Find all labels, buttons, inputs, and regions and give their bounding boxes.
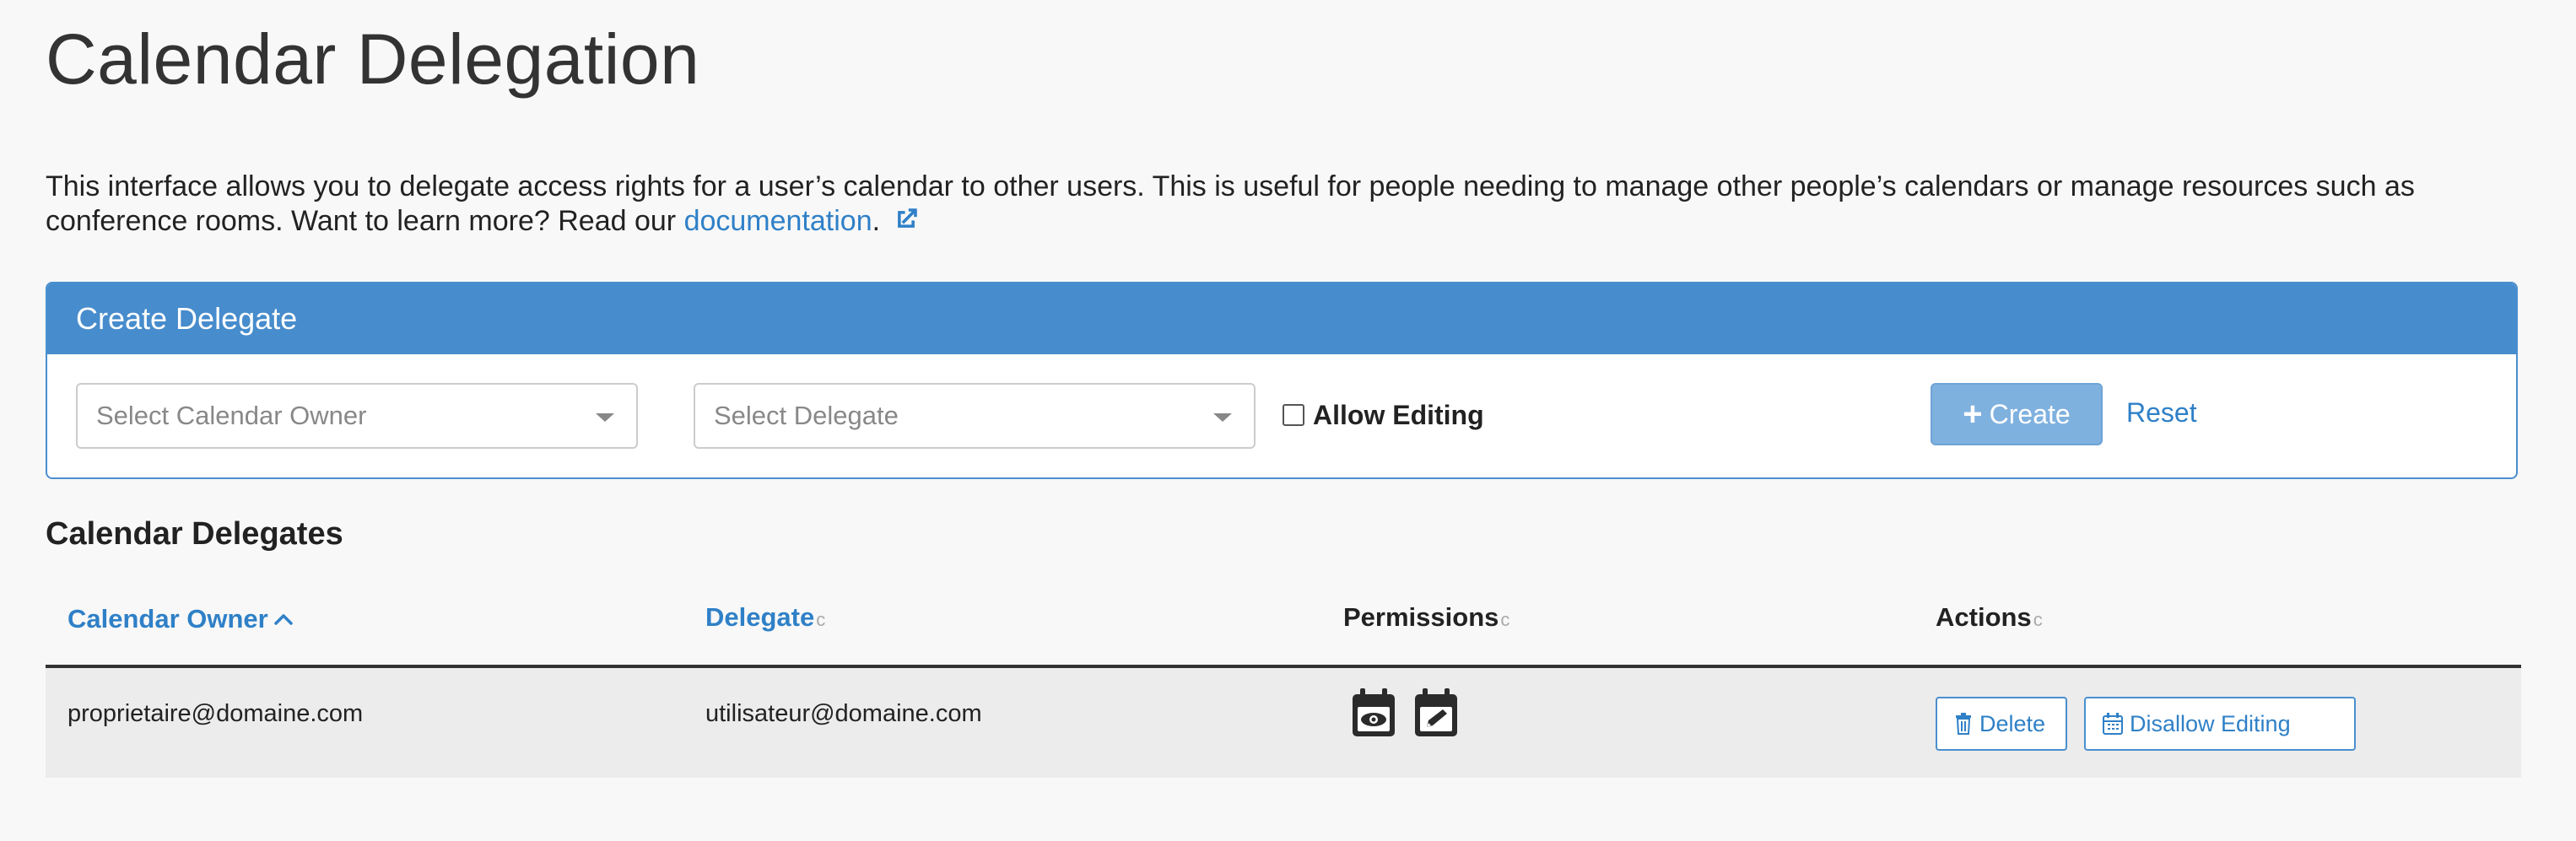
calendar-icon — [2103, 713, 2123, 735]
calendar-view-icon — [1350, 687, 1397, 743]
intro-paragraph: This interface allows you to delegate ac… — [46, 170, 2521, 242]
intro-text: This interface allows you to delegate ac… — [46, 170, 2415, 237]
allow-editing-checkbox[interactable] — [1283, 404, 1304, 426]
delete-label: Delete — [1979, 710, 2046, 736]
plus-icon: + — [1963, 396, 1983, 433]
column-header-owner[interactable]: Calendar Owner — [68, 601, 294, 636]
sort-icon: c — [1500, 609, 1510, 630]
chevron-down-icon — [1213, 413, 1232, 422]
permissions-cell — [1350, 687, 1460, 743]
page-title: Calendar Delegation — [46, 19, 700, 99]
column-permissions-label: Permissions — [1343, 602, 1499, 632]
column-header-actions: Actionsc — [1936, 601, 2043, 637]
trash-icon — [1956, 713, 1971, 735]
disallow-editing-button[interactable]: Disallow Editing — [2084, 697, 2356, 751]
column-header-delegate[interactable]: Delegatec — [705, 601, 825, 637]
delegate-cell: utilisateur@domaine.com — [705, 700, 982, 727]
create-button[interactable]: + Create — [1931, 383, 2103, 445]
table-row: proprietaire@domaine.com utilisateur@dom… — [46, 668, 2521, 778]
create-label: Create — [1989, 398, 2071, 429]
delegates-table: Calendar Owner Delegatec Permissionsc Ac… — [46, 590, 2521, 778]
delegates-title: Calendar Delegates — [46, 516, 343, 552]
owner-cell: proprietaire@domaine.com — [68, 700, 364, 727]
delegate-select[interactable]: Select Delegate — [694, 383, 1256, 449]
table-header: Calendar Owner Delegatec Permissionsc Ac… — [46, 590, 2521, 668]
calendar-owner-placeholder: Select Calendar Owner — [96, 401, 367, 430]
delete-button[interactable]: Delete — [1936, 697, 2067, 751]
calendar-owner-select[interactable]: Select Calendar Owner — [76, 383, 638, 449]
calendar-edit-icon — [1412, 687, 1460, 743]
create-delegate-panel: Create Delegate Select Calendar Owner Se… — [46, 282, 2518, 479]
sort-icon: c — [816, 609, 826, 630]
chevron-up-icon — [273, 601, 294, 634]
panel-title: Create Delegate — [47, 283, 2516, 354]
allow-editing-option[interactable]: Allow Editing — [1283, 398, 1484, 432]
delegate-placeholder: Select Delegate — [714, 401, 899, 430]
external-link-icon[interactable] — [892, 205, 921, 242]
documentation-link[interactable]: documentation — [684, 205, 872, 237]
sort-icon: c — [2033, 609, 2043, 630]
reset-button[interactable]: Reset — [2126, 397, 2197, 429]
chevron-down-icon — [596, 413, 614, 422]
column-actions-label: Actions — [1936, 602, 2032, 632]
intro-end: . — [872, 205, 881, 237]
column-header-permissions: Permissionsc — [1343, 601, 1509, 637]
column-owner-label: Calendar Owner — [68, 604, 268, 633]
column-delegate-label: Delegate — [705, 602, 815, 632]
allow-editing-label: Allow Editing — [1313, 399, 1484, 430]
disallow-editing-label: Disallow Editing — [2130, 710, 2291, 736]
